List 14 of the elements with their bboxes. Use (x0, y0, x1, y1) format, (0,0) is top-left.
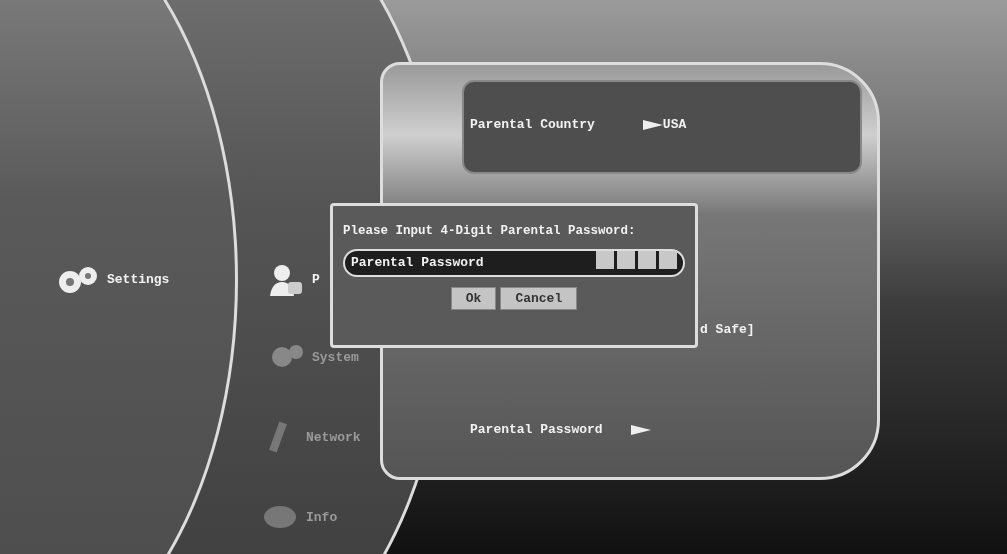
person-icon (268, 262, 304, 298)
submenu-item[interactable]: P (312, 270, 320, 290)
option-label[interactable]: Parental Password (470, 420, 603, 440)
password-field[interactable]: Parental Password (343, 248, 685, 277)
dialog-button[interactable]: Cancel (500, 286, 578, 311)
arrow-right-icon (630, 422, 651, 437)
submenu-item[interactable]: Info (306, 508, 338, 528)
option-label[interactable]: d Safe] (700, 320, 755, 340)
option-value[interactable]: USA (662, 115, 687, 135)
arrow-right-icon (642, 117, 663, 132)
menu-item-label[interactable]: Settings (107, 270, 170, 290)
dialog-button[interactable]: Ok (450, 286, 497, 311)
dialog-title: Please Input 4-Digit Parental Password: (343, 223, 637, 240)
option-label[interactable]: Parental Country (470, 115, 595, 135)
